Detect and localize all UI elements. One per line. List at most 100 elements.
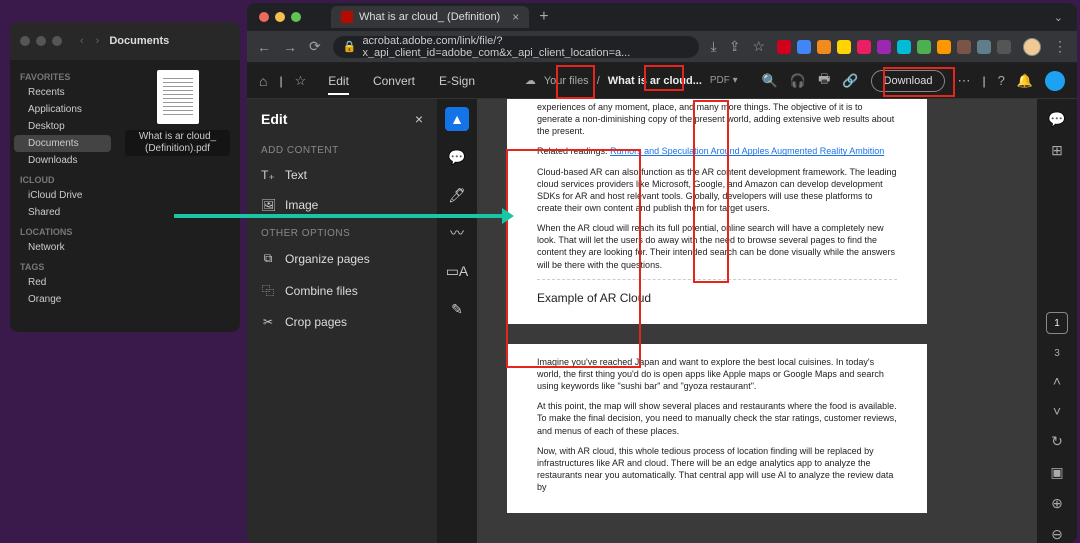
- breadcrumb: ☁ Your files / What is ar cloud... PDF ▾: [525, 74, 738, 87]
- sidebar-item-documents[interactable]: Documents: [14, 135, 111, 152]
- back-button[interactable]: ←: [257, 39, 271, 55]
- panel-item-organize[interactable]: ⧉ Organize pages: [247, 243, 437, 274]
- sidebar-item-downloads[interactable]: Downloads: [10, 152, 115, 169]
- browser-window: What is ar cloud_ (Definition) × + ⌄ ← →…: [247, 3, 1077, 543]
- sidebar-item-red[interactable]: Red: [10, 274, 115, 291]
- annotation-arrow: [174, 214, 504, 218]
- adobe-icon: [341, 11, 353, 23]
- panels-icon[interactable]: ⊞: [1051, 142, 1063, 159]
- chevron-left-icon[interactable]: ‹: [80, 35, 84, 47]
- chevron-down-icon[interactable]: ˅: [1053, 403, 1061, 419]
- chevron-down-icon[interactable]: ⌄: [1054, 11, 1063, 24]
- sidebar-item-recents[interactable]: Recents: [10, 84, 115, 101]
- file-thumbnail-icon: [157, 70, 199, 124]
- headphones-icon[interactable]: 🎧: [790, 73, 806, 89]
- finder-traffic-lights[interactable]: [20, 36, 62, 46]
- zoom-out-icon[interactable]: ⊖: [1051, 526, 1063, 543]
- sidebar-section-locations: Locations: [10, 221, 115, 239]
- reload-button[interactable]: ⟳: [309, 38, 321, 55]
- draw-tool[interactable]: 〰: [445, 221, 469, 245]
- browser-tab-strip: What is ar cloud_ (Definition) × + ⌄: [247, 3, 1077, 31]
- new-tab-button[interactable]: +: [539, 8, 548, 26]
- zoom-in-icon[interactable]: ⊕: [1051, 495, 1063, 512]
- profile-avatar[interactable]: [1023, 38, 1041, 56]
- star-icon[interactable]: ☆: [752, 38, 765, 55]
- file-item[interactable]: What is ar cloud_ (Definition).pdf: [125, 70, 230, 156]
- doc-text: At this point, the map will show several…: [537, 400, 897, 436]
- download-button[interactable]: Download: [871, 70, 946, 92]
- doc-text: Cloud-based AR can also function as the …: [537, 166, 897, 215]
- extension-icon[interactable]: [877, 40, 891, 54]
- print-icon[interactable]: 🖶: [818, 70, 830, 92]
- extension-icon[interactable]: [957, 40, 971, 54]
- file-label: What is ar cloud_ (Definition).pdf: [125, 130, 230, 156]
- sidebar-item-shared[interactable]: Shared: [10, 204, 115, 221]
- eraser-tool[interactable]: ✎: [445, 297, 469, 321]
- tab-edit[interactable]: Edit: [318, 63, 359, 99]
- forward-button[interactable]: →: [283, 39, 297, 55]
- home-icon[interactable]: ⌂: [259, 73, 267, 89]
- sidebar-item-applications[interactable]: Applications: [10, 101, 115, 118]
- extension-icon[interactable]: [797, 40, 811, 54]
- extension-icon[interactable]: [937, 40, 951, 54]
- sidebar-item-network[interactable]: Network: [10, 239, 115, 256]
- tab-esign[interactable]: E-Sign: [429, 63, 485, 99]
- document-page: experiences of any moment, place, and ma…: [507, 99, 927, 324]
- image-icon: 🖼: [261, 198, 275, 212]
- finder-nav[interactable]: ‹ ›: [80, 35, 99, 47]
- tab-convert[interactable]: Convert: [363, 63, 425, 99]
- finder-header: ‹ › Documents: [10, 22, 240, 60]
- extension-icon[interactable]: [777, 40, 791, 54]
- search-icon[interactable]: 🔍: [762, 73, 778, 89]
- panel-item-combine[interactable]: ⿻ Combine files: [247, 274, 437, 307]
- finder-content: What is ar cloud_ (Definition).pdf: [115, 60, 240, 332]
- rotate-icon[interactable]: ↻: [1051, 433, 1063, 450]
- extension-icon[interactable]: [837, 40, 851, 54]
- browser-traffic-lights[interactable]: [259, 12, 301, 22]
- select-tool[interactable]: ▲: [445, 107, 469, 131]
- bell-icon[interactable]: 🔔: [1017, 73, 1033, 89]
- page-current[interactable]: 1: [1046, 312, 1068, 334]
- extension-icon[interactable]: [917, 40, 931, 54]
- chat-icon[interactable]: 💬: [1048, 111, 1065, 128]
- install-icon[interactable]: ⤓: [711, 38, 717, 55]
- extension-icon[interactable]: [977, 40, 991, 54]
- acrobat-toolbar: ⌂ | ☆ Edit Convert E-Sign ☁ Your files /…: [247, 63, 1077, 99]
- comment-tool[interactable]: 💬: [445, 145, 469, 169]
- crumb-yourfiles[interactable]: Your files: [544, 75, 589, 87]
- menu-icon[interactable]: ⋮: [1053, 38, 1067, 55]
- page-total: 3: [1054, 348, 1060, 359]
- textbox-tool[interactable]: ▭A: [445, 259, 469, 283]
- panel-item-text[interactable]: T₊ Text: [247, 160, 437, 190]
- share-icon[interactable]: ⇪: [729, 38, 741, 55]
- chevron-right-icon[interactable]: ›: [96, 35, 100, 47]
- user-avatar[interactable]: [1045, 71, 1065, 91]
- right-rail: 💬 ⊞ 1 3 ˄ ˅ ↻ ▣ ⊕ ⊖: [1037, 99, 1077, 543]
- star-outline-icon[interactable]: ☆: [295, 73, 307, 89]
- link-icon[interactable]: 🔗: [842, 73, 858, 89]
- extension-icon[interactable]: [997, 40, 1011, 54]
- lock-icon: 🔒: [343, 40, 357, 53]
- edit-panel: Edit × ADD CONTENT T₊ Text 🖼 Image OTHER…: [247, 99, 437, 543]
- acrobat-app: ⌂ | ☆ Edit Convert E-Sign ☁ Your files /…: [247, 63, 1077, 543]
- more-icon[interactable]: ⋯: [957, 73, 970, 89]
- sidebar-item-orange[interactable]: Orange: [10, 291, 115, 308]
- url-text: acrobat.adobe.com/link/file/?x_api_clien…: [362, 36, 688, 58]
- fit-icon[interactable]: ▣: [1050, 464, 1063, 481]
- chevron-up-icon[interactable]: ˄: [1053, 373, 1061, 389]
- close-icon[interactable]: ×: [415, 111, 423, 127]
- sidebar-item-desktop[interactable]: Desktop: [10, 118, 115, 135]
- extension-icon[interactable]: [897, 40, 911, 54]
- sidebar-item-icloud-drive[interactable]: iCloud Drive: [10, 187, 115, 204]
- document-viewport[interactable]: experiences of any moment, place, and ma…: [477, 99, 1037, 543]
- highlight-tool[interactable]: 🖊: [445, 183, 469, 207]
- close-icon[interactable]: ×: [512, 10, 519, 24]
- extension-icon[interactable]: [817, 40, 831, 54]
- extension-icon[interactable]: [857, 40, 871, 54]
- help-icon[interactable]: ?: [998, 73, 1005, 88]
- url-input[interactable]: 🔒 acrobat.adobe.com/link/file/?x_api_cli…: [333, 36, 699, 58]
- browser-tab[interactable]: What is ar cloud_ (Definition) ×: [331, 6, 529, 28]
- doc-link[interactable]: Rumors and Speculation Around Apples Aug…: [610, 146, 884, 156]
- panel-item-crop[interactable]: ✂ Crop pages: [247, 307, 437, 337]
- file-type-dropdown[interactable]: PDF ▾: [710, 75, 738, 86]
